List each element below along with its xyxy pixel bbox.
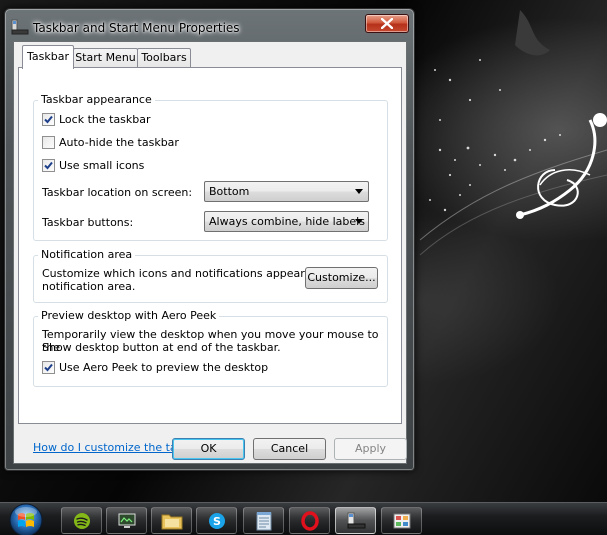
close-icon [381, 18, 393, 29]
auto-hide-option[interactable]: Auto-hide the taskbar [42, 136, 179, 149]
taskbar-button-control-panel[interactable] [381, 507, 422, 534]
lock-taskbar-label: Lock the taskbar [59, 113, 151, 126]
taskbar: S [0, 502, 607, 535]
aero-peek-label: Use Aero Peek to preview the desktop [59, 361, 269, 374]
chevron-down-icon [355, 189, 363, 194]
dialog-client-area: Taskbar Start Menu Toolbars Taskbar appe… [13, 41, 407, 464]
notification-description-line2: notification area. [42, 280, 136, 293]
taskbar-button-notepad[interactable] [243, 507, 284, 534]
small-icons-option[interactable]: Use small icons [42, 159, 144, 172]
taskbar-properties-icon [347, 512, 365, 528]
opera-icon [300, 510, 319, 531]
taskbar-button-monitor[interactable] [106, 507, 147, 534]
group-title-appearance: Taskbar appearance [38, 93, 155, 106]
lock-taskbar-option[interactable]: Lock the taskbar [42, 113, 151, 126]
aero-peek-option[interactable]: Use Aero Peek to preview the desktop [42, 361, 268, 374]
control-panel-icon [393, 513, 410, 528]
start-button[interactable] [6, 502, 46, 535]
small-icons-label: Use small icons [59, 159, 145, 172]
apply-button[interactable]: Apply [334, 438, 407, 460]
taskbar-button-explorer[interactable] [151, 507, 192, 534]
taskbar-tab-panel: Taskbar appearance Lock the taskbar Auto… [18, 67, 402, 454]
checkmark-icon [44, 115, 53, 124]
location-value: Bottom [209, 185, 250, 198]
group-title-notification: Notification area [38, 248, 136, 261]
peek-description-line2: Show desktop button at end of the taskba… [42, 341, 281, 354]
checkmark-icon [44, 363, 53, 372]
taskbar-button-spotify[interactable] [61, 507, 102, 534]
taskbar-button-opera[interactable] [289, 507, 330, 534]
buttons-label: Taskbar buttons: [42, 216, 134, 229]
customize-button[interactable]: Customize... [305, 267, 378, 289]
chevron-down-icon [355, 219, 363, 224]
lock-taskbar-checkbox[interactable] [42, 113, 55, 126]
skype-icon: S [208, 512, 225, 529]
svg-text:S: S [213, 515, 221, 528]
aero-peek-checkbox[interactable] [42, 361, 55, 374]
checkmark-icon [44, 161, 53, 170]
taskbar-properties-icon [11, 19, 29, 35]
notification-description-line1: Customize which icons and notifications … [42, 267, 340, 280]
aero-peek-group: Preview desktop with Aero Peek Temporari… [33, 309, 388, 387]
buttons-dropdown[interactable]: Always combine, hide labels [204, 211, 369, 232]
spotify-icon [73, 512, 90, 529]
notepad-icon [256, 511, 271, 530]
taskbar-button-properties[interactable] [335, 507, 376, 534]
ok-button[interactable]: OK [172, 438, 245, 460]
taskbar-appearance-group: Taskbar appearance Lock the taskbar Auto… [33, 93, 388, 241]
location-label: Taskbar location on screen: [42, 186, 193, 199]
tab-start-menu[interactable]: Start Menu [73, 48, 138, 68]
monitor-app-icon [118, 513, 135, 528]
small-icons-checkbox[interactable] [42, 159, 55, 172]
folder-icon [161, 514, 182, 529]
title-bar[interactable]: Taskbar and Start Menu Properties [5, 9, 414, 41]
auto-hide-label: Auto-hide the taskbar [59, 136, 179, 149]
taskbar-button-skype[interactable]: S [196, 507, 237, 534]
notification-area-group: Notification area Customize which icons … [33, 248, 388, 303]
location-dropdown[interactable]: Bottom [204, 181, 369, 202]
auto-hide-checkbox[interactable] [42, 136, 55, 149]
close-button[interactable] [365, 14, 409, 33]
group-title-aero-peek: Preview desktop with Aero Peek [38, 309, 220, 322]
tab-toolbars[interactable]: Toolbars [137, 48, 191, 68]
buttons-value: Always combine, hide labels [209, 215, 365, 228]
tab-taskbar[interactable]: Taskbar [22, 45, 74, 69]
windows-logo-icon [9, 503, 43, 535]
properties-window: Taskbar and Start Menu Properties Taskba… [4, 8, 415, 471]
window-title: Taskbar and Start Menu Properties [33, 21, 240, 35]
cancel-button[interactable]: Cancel [253, 438, 326, 460]
